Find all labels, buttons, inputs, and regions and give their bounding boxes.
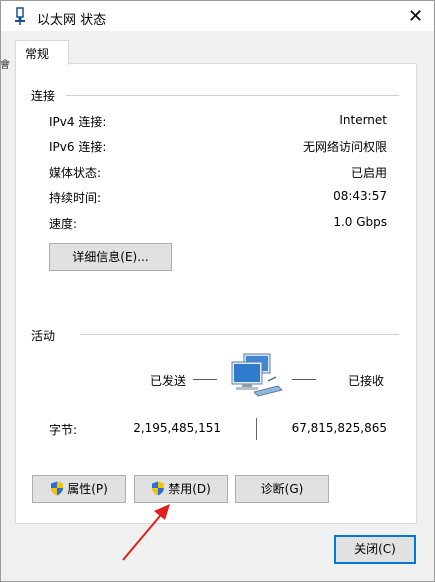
close-icon: ✕ [407, 6, 424, 27]
network-computers-icon [231, 353, 283, 397]
speed-value: 1.0 Gbps [333, 215, 387, 229]
properties-button[interactable]: 属性(P) [32, 475, 126, 503]
network-icon [15, 7, 25, 25]
received-line [292, 379, 316, 380]
properties-button-label: 属性(P) [67, 482, 108, 496]
ipv4-label: IPv4 连接: [49, 115, 107, 129]
media-state-value: 已启用 [350, 166, 387, 180]
ipv6-value: 无网络访问权限 [302, 140, 387, 154]
connection-header: 连接 [31, 89, 56, 103]
bytes-received-value: 67,815,825,865 [291, 421, 387, 435]
diagnose-button[interactable]: 诊断(G) [235, 475, 329, 503]
media-state-label: 媒体状态: [49, 166, 102, 180]
duration-value: 08:43:57 [333, 189, 387, 203]
title-bar[interactable]: 以太网 状态 ✕ [1, 1, 434, 31]
sent-label: 已发送 [150, 374, 187, 388]
activity-header: 活动 [31, 329, 56, 343]
duration-label: 持续时间: [49, 191, 102, 205]
speed-label: 速度: [49, 217, 78, 231]
received-label: 已接收 [348, 374, 385, 388]
ipv6-label: IPv6 连接: [49, 140, 107, 154]
background-window-fragment: 會 [0, 60, 10, 71]
ipv4-value: Internet [339, 113, 387, 127]
sent-line [193, 379, 217, 380]
general-panel [15, 63, 417, 524]
red-arrow [122, 504, 170, 561]
uac-shield-icon [152, 481, 165, 496]
tab-general[interactable]: 常规 [15, 40, 69, 65]
activity-divider [80, 334, 399, 335]
close-window-button[interactable]: ✕ [397, 2, 434, 32]
close-button[interactable]: 关闭(C) [334, 535, 416, 564]
uac-shield-icon [51, 481, 64, 496]
tab-general-label: 常规 [25, 47, 50, 61]
bytes-sent-value: 2,195,485,151 [133, 421, 221, 435]
disable-button-label: 禁用(D) [168, 482, 211, 496]
bytes-separator [256, 418, 257, 440]
bytes-label: 字节: [49, 423, 78, 437]
disable-button[interactable]: 禁用(D) [134, 475, 228, 503]
details-button[interactable]: 详细信息(E)... [49, 243, 172, 271]
connection-divider [66, 95, 399, 96]
window-title: 以太网 状态 [37, 13, 107, 28]
